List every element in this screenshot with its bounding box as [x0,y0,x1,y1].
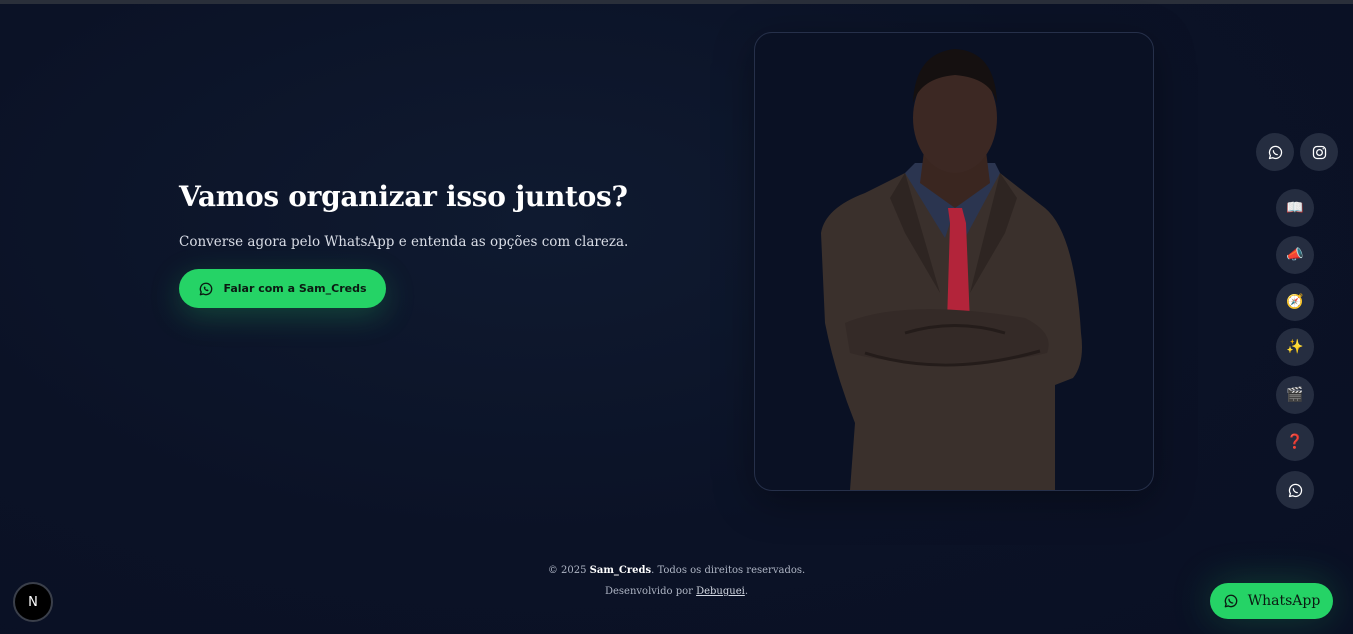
instagram-icon [1312,145,1326,159]
whatsapp-floating-button[interactable]: WhatsApp [1210,583,1333,619]
book-icon: 📖 [1286,200,1304,216]
sparkles-icon: ✨ [1286,339,1304,355]
side-nav-megaphone-button[interactable]: 📣 [1276,236,1314,274]
whatsapp-icon [200,282,213,295]
landing-page: Vamos organizar isso juntos? Converse ag… [0,0,1353,634]
footer-brand: Sam_Creds [589,565,652,576]
hero-subtitle: Converse agora pelo WhatsApp e entenda a… [179,234,629,250]
whatsapp-icon [1224,594,1238,608]
instagram-social-button[interactable] [1300,133,1338,171]
side-nav-compass-button[interactable]: 🧭 [1276,283,1314,321]
whatsapp-float-label: WhatsApp [1247,593,1321,609]
next-badge-letter: N [28,594,38,610]
whatsapp-icon [1268,145,1282,159]
footer-copyright: © 2025 Sam_Creds. Todos os direitos rese… [0,565,1353,576]
talk-on-whatsapp-button[interactable]: Falar com a Sam_Creds [179,269,386,308]
profile-photo [821,49,1082,490]
developer-prefix: Desenvolvido por [604,586,697,597]
whatsapp-icon [1288,483,1302,497]
side-nav-sparkles-button[interactable]: ✨ [1276,328,1314,366]
side-nav-clapper-button[interactable]: 🎬 [1276,376,1314,414]
developer-suffix: . [744,586,749,597]
cta-label: Falar com a Sam_Creds [223,282,367,295]
whatsapp-social-button[interactable] [1256,133,1294,171]
hero-title: Vamos organizar isso juntos? [179,180,628,213]
clapper-icon: 🎬 [1286,387,1304,403]
question-icon: ❓ [1286,434,1304,450]
next-dev-badge[interactable]: N [13,582,53,622]
browser-top-bar [0,0,1353,4]
footer-developer: Desenvolvido por Debuguei. [0,586,1353,597]
side-nav-whatsapp-button[interactable] [1276,471,1314,509]
copyright-prefix: © 2025 [547,565,590,576]
megaphone-icon: 📣 [1286,247,1304,263]
side-nav-book-button[interactable]: 📖 [1276,189,1314,227]
developer-link[interactable]: Debuguei [696,586,745,597]
compass-icon: 🧭 [1286,294,1304,310]
side-nav-question-button[interactable]: ❓ [1276,423,1314,461]
copyright-suffix: . Todos os direitos reservados. [651,565,806,576]
profile-photo-card [754,32,1154,491]
